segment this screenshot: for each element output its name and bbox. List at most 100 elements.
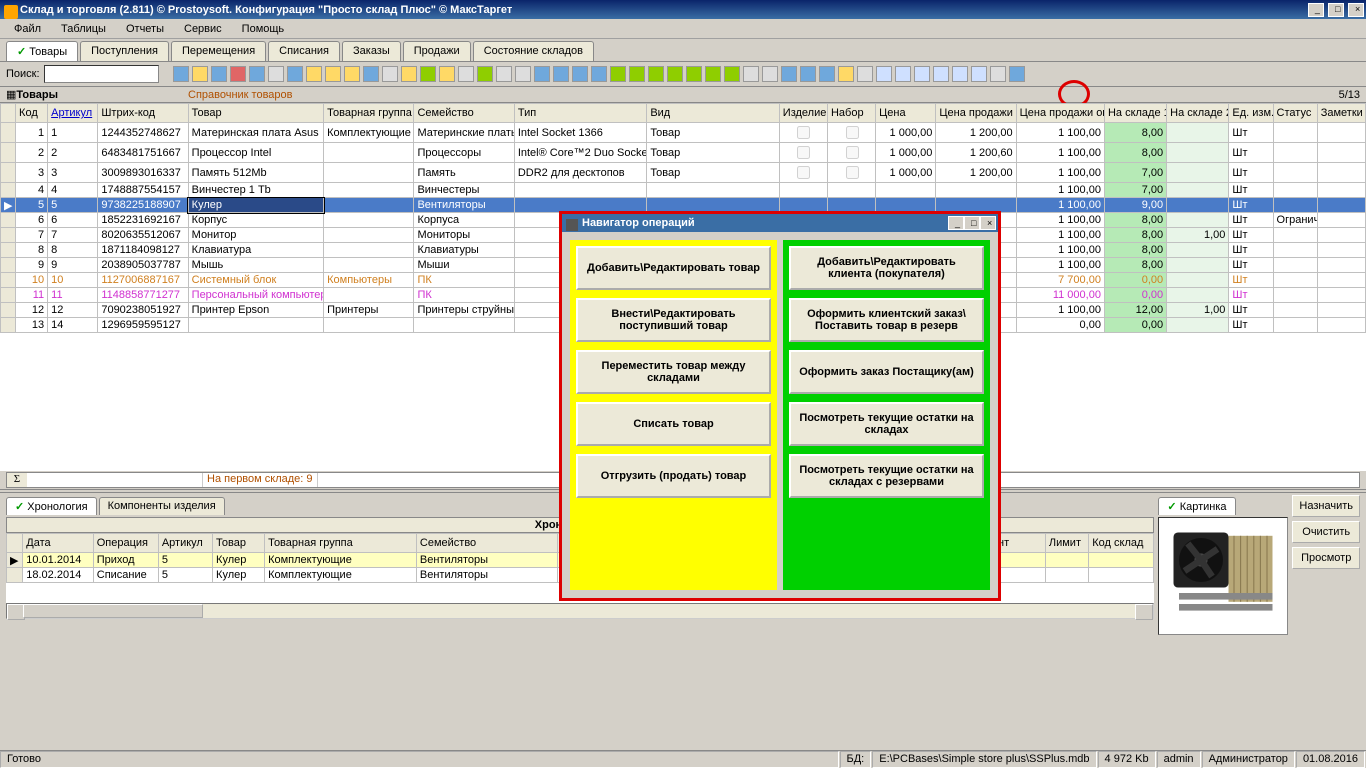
column-header[interactable]: На складе 1 [1104,104,1166,123]
toolbar-icon[interactable] [173,66,189,82]
menu-item[interactable]: Сервис [174,21,232,37]
column-header[interactable]: Код склад [1089,534,1154,553]
toolbar-icon[interactable] [344,66,360,82]
toolbar-icon[interactable] [401,66,417,82]
toolbar-icon[interactable] [420,66,436,82]
tab-picture[interactable]: Картинка [1158,497,1235,515]
toolbar-icon[interactable] [781,66,797,82]
operation-button[interactable]: Списать товар [576,402,771,446]
column-header[interactable]: Ед. изм. [1229,104,1273,123]
column-header[interactable]: Код [16,104,48,123]
toolbar-icon[interactable] [363,66,379,82]
column-header[interactable]: Товарная группа [324,104,414,123]
toolbar-icon[interactable] [306,66,322,82]
table-row[interactable]: 111244352748627 Материнская плата AsusКо… [1,123,1366,143]
column-header[interactable]: Семейство [414,104,514,123]
toolbar-icon[interactable] [249,66,265,82]
column-header[interactable]: Лимит [1045,534,1088,553]
tab[interactable]: Товары [6,41,78,61]
toolbar-icon[interactable] [477,66,493,82]
operation-button[interactable]: Оформить клиентский заказ\ Поставить тов… [789,298,984,342]
column-header[interactable]: Операция [93,534,158,553]
menu-item[interactable]: Файл [4,21,51,37]
table-row[interactable]: 333009893016337 Память 512MbПамятьDDR2 д… [1,163,1366,183]
toolbar-icon[interactable] [572,66,588,82]
column-header[interactable] [7,534,23,553]
toolbar-icon[interactable] [496,66,512,82]
toolbar-icon[interactable] [838,66,854,82]
toolbar-icon[interactable] [990,66,1006,82]
column-header[interactable]: Дата [23,534,93,553]
toolbar-icon[interactable] [458,66,474,82]
modal-close-icon[interactable]: × [980,216,996,230]
column-header[interactable]: Штрих-код [98,104,188,123]
column-header[interactable]: Цена продажи [936,104,1016,123]
toolbar-icon[interactable] [1009,66,1025,82]
toolbar-icon[interactable] [287,66,303,82]
menu-item[interactable]: Отчеты [116,21,174,37]
toolbar-icon[interactable] [534,66,550,82]
toolbar-icon[interactable] [553,66,569,82]
horizontal-scrollbar[interactable] [6,603,1154,619]
toolbar-icon[interactable] [933,66,949,82]
column-header[interactable]: Цена продажи опт [1016,104,1104,123]
toolbar-icon[interactable] [230,66,246,82]
toolbar-icon[interactable] [211,66,227,82]
toolbar-icon[interactable] [610,66,626,82]
toolbar-icon[interactable] [382,66,398,82]
operation-button[interactable]: Оформить заказ Постащику(ам) [789,350,984,394]
operation-button[interactable]: Посмотреть текущие остатки на складах с … [789,454,984,498]
tab[interactable]: Состояние складов [473,41,594,61]
toolbar-icon[interactable] [895,66,911,82]
search-input[interactable] [44,65,159,83]
toolbar-icon[interactable] [876,66,892,82]
toolbar-icon[interactable] [648,66,664,82]
toolbar-icon[interactable] [743,66,759,82]
toolbar-icon[interactable] [629,66,645,82]
image-action-button[interactable]: Просмотр [1292,547,1360,569]
image-action-button[interactable]: Очистить [1292,521,1360,543]
tab[interactable]: Поступления [80,41,169,61]
tab[interactable]: Заказы [342,41,401,61]
column-header[interactable]: Артикул [48,104,98,123]
sub-tab[interactable]: Хронология [6,497,97,515]
toolbar-icon[interactable] [857,66,873,82]
operation-button[interactable]: Добавить\Редактировать клиента (покупате… [789,246,984,290]
tab[interactable]: Списания [268,41,340,61]
column-header[interactable]: Вид [647,104,779,123]
close-icon[interactable]: × [1348,3,1364,17]
toolbar-icon[interactable] [591,66,607,82]
column-header[interactable]: Семейство [416,534,557,553]
toolbar-icon[interactable] [667,66,683,82]
maximize-icon[interactable]: □ [1328,3,1344,17]
column-header[interactable]: Тип [514,104,646,123]
sub-tab[interactable]: Компоненты изделия [99,497,225,515]
column-header[interactable]: Цена [876,104,936,123]
toolbar-icon[interactable] [705,66,721,82]
column-header[interactable]: Товар [188,104,323,123]
column-header[interactable]: Заметки [1317,104,1365,123]
tab[interactable]: Перемещения [171,41,266,61]
menu-item[interactable]: Таблицы [51,21,116,37]
modal-maximize-icon[interactable]: □ [964,216,980,230]
minimize-icon[interactable]: _ [1308,3,1324,17]
tab[interactable]: Продажи [403,41,471,61]
operation-button[interactable]: Отгрузить (продать) товар [576,454,771,498]
table-row[interactable]: 226483481751667 Процессор IntelПроцессор… [1,143,1366,163]
toolbar-icon[interactable] [515,66,531,82]
operation-button[interactable]: Посмотреть текущие остатки на складах [789,402,984,446]
toolbar-icon[interactable] [914,66,930,82]
toolbar-icon[interactable] [686,66,702,82]
table-row[interactable]: 441748887554157 Винчестер 1 TbВинчестеры… [1,183,1366,198]
toolbar-icon[interactable] [724,66,740,82]
toolbar-icon[interactable] [819,66,835,82]
column-header[interactable]: Статус [1273,104,1317,123]
toolbar-icon[interactable] [800,66,816,82]
toolbar-icon[interactable] [971,66,987,82]
column-header[interactable]: Товарная группа [265,534,417,553]
column-header[interactable] [1,104,16,123]
toolbar-icon[interactable] [762,66,778,82]
toolbar-icon[interactable] [268,66,284,82]
column-header[interactable]: Набор [827,104,875,123]
toolbar-icon[interactable] [439,66,455,82]
